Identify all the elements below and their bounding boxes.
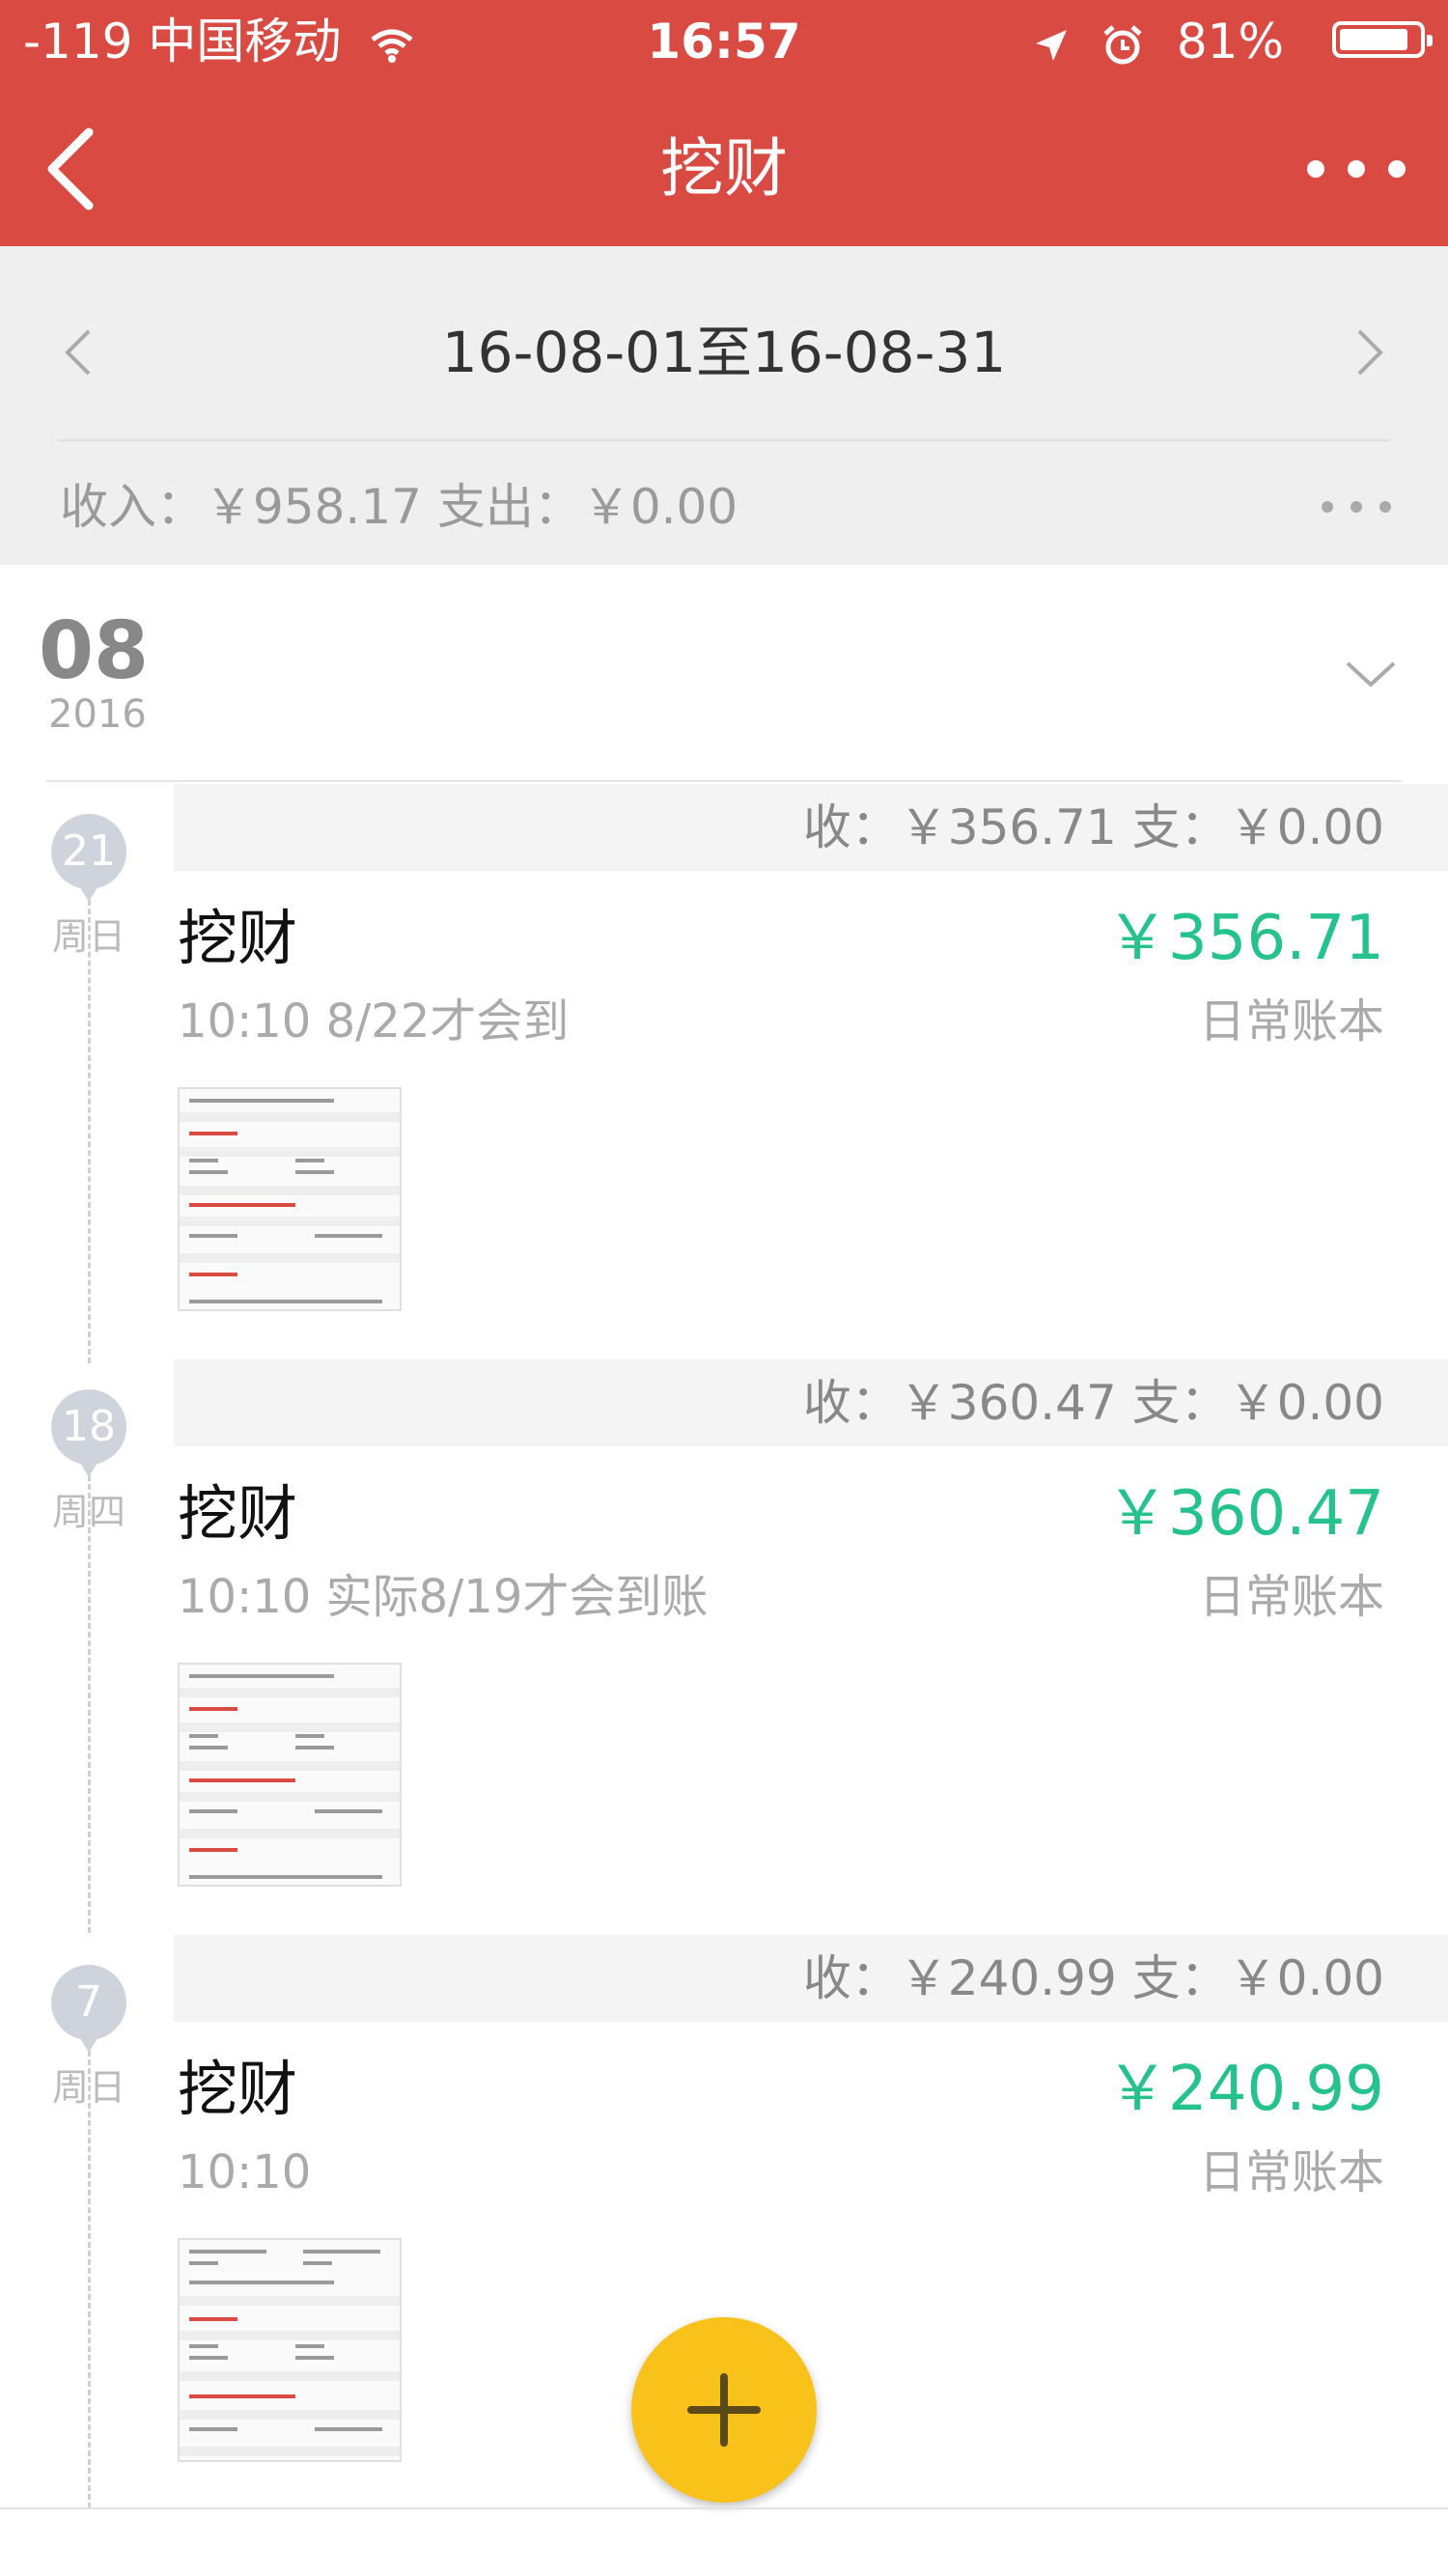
- record-title: 挖财: [178, 1478, 298, 1549]
- more-dots-icon: [1307, 160, 1406, 178]
- day-summary: 收：￥240.99 支：￥0.00: [802, 1950, 1384, 2006]
- period-summary: 收入：￥958.17 支出：￥0.00: [60, 479, 738, 535]
- record-amount: ￥356.71: [1106, 903, 1384, 974]
- divider: [0, 2507, 1448, 2509]
- record-book: 日常账本: [1198, 994, 1384, 1049]
- timeline-line: [88, 900, 91, 1363]
- record-book: 日常账本: [1198, 2145, 1384, 2199]
- alarm-icon: [1103, 24, 1142, 64]
- record-amount: ￥240.99: [1106, 2054, 1384, 2125]
- record-note: 10:10: [178, 2145, 312, 2199]
- record-amount: ￥360.47: [1106, 1478, 1384, 1550]
- day-summary-bar: 收：￥240.99 支：￥0.00: [174, 1935, 1448, 2022]
- day-summary-bar: 收：￥356.71 支：￥0.00: [174, 784, 1448, 871]
- divider: [46, 780, 1402, 782]
- day-number: 21: [62, 826, 116, 876]
- timeline-line: [88, 1475, 91, 1933]
- month-year: 2016: [48, 692, 147, 737]
- day-summary: 收：￥360.47 支：￥0.00: [802, 1375, 1384, 1431]
- receipt-thumbnail[interactable]: [178, 1087, 402, 1311]
- date-range-label: 16-08-01至16-08-31: [441, 320, 1007, 385]
- record-note: 10:10 实际8/19才会到账: [178, 1570, 709, 1624]
- day-number: 18: [62, 1402, 116, 1451]
- weekday: 周四: [51, 1491, 125, 1533]
- page-title: 挖财: [660, 131, 788, 206]
- chevron-right-icon: [1357, 329, 1383, 376]
- record-title: 挖财: [178, 2054, 298, 2124]
- record-title: 挖财: [178, 903, 298, 973]
- day-summary-bar: 收：￥360.47 支：￥0.00: [174, 1359, 1448, 1446]
- battery-percent: 81%: [1176, 14, 1284, 70]
- date-range-panel: 16-08-01至16-08-31 收入：￥958.17 支出：￥0.00: [0, 246, 1448, 565]
- more-dots-icon: [1322, 501, 1391, 513]
- summary-more-button[interactable]: [1313, 478, 1400, 536]
- plus-icon: [687, 2373, 761, 2447]
- status-right: 81%: [1032, 8, 1284, 75]
- more-button[interactable]: [1294, 140, 1419, 198]
- chevron-down-icon: [1346, 661, 1396, 687]
- battery-icon: [1332, 21, 1433, 58]
- next-period-button[interactable]: [1332, 304, 1409, 401]
- receipt-thumbnail[interactable]: [178, 2238, 402, 2462]
- day-number: 7: [75, 1977, 102, 2027]
- top-bar: -119 中国移动 16:57 81% 挖财: [0, 0, 1448, 246]
- receipt-thumbnail[interactable]: [178, 1663, 402, 1887]
- record-book: 日常账本: [1198, 1570, 1384, 1624]
- month-number: 08: [39, 605, 150, 697]
- record-note: 10:10 8/22才会到: [178, 994, 570, 1049]
- weekday: 周日: [51, 2066, 125, 2109]
- collapse-month-button[interactable]: [1332, 642, 1409, 710]
- weekday: 周日: [51, 915, 125, 958]
- day-summary: 收：￥356.71 支：￥0.00: [802, 799, 1384, 855]
- timeline-line: [88, 2051, 91, 2508]
- add-record-button[interactable]: [631, 2317, 817, 2503]
- divider: [58, 439, 1390, 441]
- location-arrow-icon: [1036, 29, 1068, 61]
